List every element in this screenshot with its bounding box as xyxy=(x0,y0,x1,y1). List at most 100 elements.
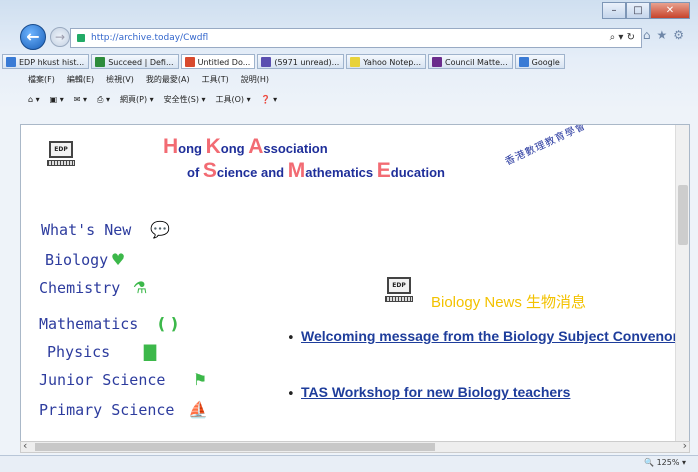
tab-favicon-icon xyxy=(518,57,529,67)
window-controls: – □ ✕ xyxy=(602,2,690,20)
status-bar: 🔍 125% ▾ xyxy=(0,455,698,472)
search-refresh-icon[interactable]: ⌕ ▾ ↻ xyxy=(610,29,635,47)
flask-icon[interactable]: ⚗ xyxy=(129,280,151,296)
menu-item-3[interactable]: 我的最愛(A) xyxy=(146,72,190,88)
nav-link-mathematics[interactable]: Mathematics xyxy=(39,315,138,333)
address-bar[interactable]: http://archive.today/Cwdfl ⌕ ▾ ↻ xyxy=(70,28,642,48)
ladder-icon[interactable]: ⚑ xyxy=(189,372,211,388)
settings-gear-icon[interactable]: ⚙ xyxy=(673,28,690,42)
tab-label: Succeed | Defi... xyxy=(108,58,174,67)
assoc-word: ong xyxy=(178,141,206,156)
menu-item-1[interactable]: 編輯(E) xyxy=(67,72,94,88)
menu-bar: 檔案(F) 編輯(E) 檢視(V) 我的最愛(A) 工具(T) 說明(H) xyxy=(0,72,698,88)
browser-window: – □ ✕ ← → http://archive.today/Cwdfl ⌕ ▾… xyxy=(0,0,698,472)
toolbar-right-icons: ⌂★⚙ xyxy=(643,28,690,42)
assoc-word: of xyxy=(187,165,203,180)
news-link-welcome[interactable]: Welcoming message from the Biology Subje… xyxy=(301,327,681,345)
tab-label: Yahoo Notep... xyxy=(363,58,421,67)
association-name-line1: Hong Kong Association xyxy=(163,135,328,159)
assoc-initial: A xyxy=(248,135,264,158)
boat-icon[interactable]: ⛵ xyxy=(187,402,209,418)
tab-0[interactable]: EDP hkust hist... xyxy=(2,54,90,69)
tab-favicon-icon xyxy=(350,57,361,67)
tab-2[interactable]: Untitled Do... xyxy=(180,54,256,69)
device-icon[interactable]: ▇ xyxy=(139,344,161,360)
favorites-star-icon[interactable]: ★ xyxy=(656,28,673,42)
tab-label: Untitled Do... xyxy=(197,58,251,67)
tab-3[interactable]: (5971 unread)... xyxy=(257,54,345,69)
hscroll-thumb[interactable] xyxy=(35,443,435,451)
bullet-icon: • xyxy=(287,331,295,346)
nav-link-biology[interactable]: Biology xyxy=(45,251,108,269)
assoc-initial: H xyxy=(163,135,179,158)
tab-favicon-icon xyxy=(6,57,16,67)
home-cmd-icon[interactable]: ⌂ ▾ xyxy=(28,91,40,109)
vertical-scrollbar[interactable] xyxy=(675,125,689,441)
assoc-initial: S xyxy=(202,159,217,182)
edp-logo-icon[interactable]: EDP xyxy=(47,141,75,167)
nav-link-what-s-new[interactable]: What's New xyxy=(41,221,131,239)
tab-1[interactable]: Succeed | Defi... xyxy=(91,54,179,69)
mail-cmd-icon[interactable]: ✉ ▾ xyxy=(74,91,87,109)
scroll-right-icon[interactable]: › xyxy=(683,439,687,452)
menu-item-5[interactable]: 說明(H) xyxy=(241,72,269,88)
assoc-word: ducation xyxy=(390,165,445,180)
heart-icon[interactable]: ♥ xyxy=(107,252,129,268)
safety-menu[interactable]: 安全性(S) ▾ xyxy=(164,91,206,109)
assoc-initial: E xyxy=(376,159,391,182)
tab-favicon-icon xyxy=(95,57,106,67)
nav-link-physics[interactable]: Physics xyxy=(47,343,110,361)
home-icon[interactable]: ⌂ xyxy=(643,28,657,42)
command-bar: ⌂ ▾ ▣ ▾ ✉ ▾ ⎙ ▾ 網頁(P) ▾ 安全性(S) ▾ 工具(O) ▾… xyxy=(0,91,698,109)
parentheses-icon[interactable]: ( ) xyxy=(157,316,179,332)
assoc-initial: M xyxy=(287,159,306,182)
scroll-left-icon[interactable]: ‹ xyxy=(23,439,27,452)
zoom-level[interactable]: 🔍 125% ▾ xyxy=(644,458,686,467)
tab-favicon-icon xyxy=(432,57,442,67)
address-url: http://archive.today/Cwdfl xyxy=(91,33,209,43)
assoc-word: ssociation xyxy=(263,141,328,156)
tab-favicon-icon xyxy=(184,57,195,67)
horizontal-scrollbar[interactable]: ‹ › xyxy=(20,439,690,453)
scroll-thumb[interactable] xyxy=(678,185,688,245)
forward-button[interactable]: → xyxy=(50,27,70,47)
assoc-word: ong xyxy=(220,141,249,156)
chinese-association-name: 香港數理教育學會 xyxy=(503,124,589,168)
zoom-icon: 🔍 xyxy=(644,458,657,467)
assoc-initial: K xyxy=(205,135,221,158)
tab-6[interactable]: Google xyxy=(514,54,565,69)
minimize-button[interactable]: – xyxy=(602,2,626,19)
feeds-cmd-icon[interactable]: ▣ ▾ xyxy=(50,91,64,109)
page-menu[interactable]: 網頁(P) ▾ xyxy=(120,91,154,109)
assoc-word: athematics xyxy=(305,165,377,180)
print-cmd-icon[interactable]: ⎙ ▾ xyxy=(97,91,110,109)
page-viewport: EDP Hong Kong Association of Science and… xyxy=(20,124,690,442)
tab-label: Google xyxy=(531,58,560,67)
tab-label: (5971 unread)... xyxy=(274,58,340,67)
close-button[interactable]: ✕ xyxy=(650,2,690,19)
back-button[interactable]: ← xyxy=(20,24,46,50)
menu-item-4[interactable]: 工具(T) xyxy=(202,72,229,88)
maximize-button[interactable]: □ xyxy=(626,2,650,19)
menu-item-0[interactable]: 檔案(F) xyxy=(28,72,55,88)
tab-5[interactable]: Council Matte... xyxy=(428,54,513,69)
news-link-tas-workshop[interactable]: TAS Workshop for new Biology teachers xyxy=(301,383,681,401)
nav-link-primary-science[interactable]: Primary Science xyxy=(39,401,174,419)
help-cmd-icon[interactable]: ❓ ▾ xyxy=(261,91,278,109)
tab-favicon-icon xyxy=(261,57,272,67)
assoc-word: cience and xyxy=(216,165,288,180)
edp-news-icon: EDP xyxy=(385,277,413,303)
tools-menu[interactable]: 工具(O) ▾ xyxy=(216,91,251,109)
chat-icon[interactable]: 💬 xyxy=(149,222,171,238)
nav-link-junior-science[interactable]: Junior Science xyxy=(39,371,165,389)
tab-label: EDP hkust hist... xyxy=(19,58,85,67)
association-name-line2: of Science and Mathematics Education xyxy=(187,159,445,183)
title-bar: – □ ✕ ← → http://archive.today/Cwdfl ⌕ ▾… xyxy=(0,0,698,54)
news-section-title: Biology News 生物消息 xyxy=(431,294,587,311)
tab-label: Council Matte... xyxy=(445,58,508,67)
nav-buttons: ← → xyxy=(20,24,70,50)
menu-item-2[interactable]: 檢視(V) xyxy=(106,72,134,88)
tab-4[interactable]: Yahoo Notep... xyxy=(346,54,426,69)
site-favicon-icon xyxy=(77,34,85,42)
nav-link-chemistry[interactable]: Chemistry xyxy=(39,279,120,297)
